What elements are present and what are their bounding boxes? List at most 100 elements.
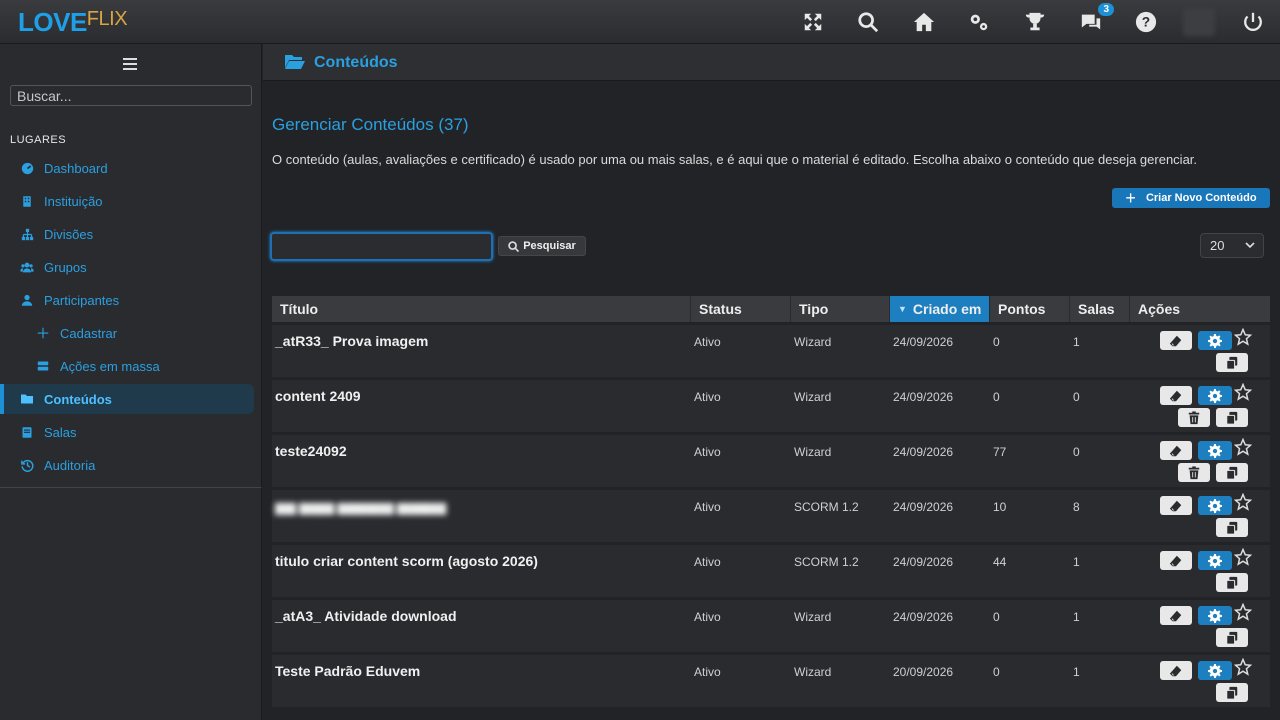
search-icon[interactable] [855,9,881,35]
column-status[interactable]: Status [691,296,791,322]
gear-icon [1208,663,1222,678]
settings-button[interactable] [1198,386,1232,405]
duplicate-button[interactable] [1216,683,1248,702]
sidebar-item-rooms[interactable]: Salas [0,417,254,447]
search-button[interactable]: Pesquisar [498,236,586,256]
sidebar-item-institution[interactable]: Instituição [0,186,254,216]
cell-type: Wizard [794,335,832,349]
menu-toggle-icon[interactable] [123,58,137,70]
copy-icon [1226,411,1238,425]
column-created[interactable]: ▼ Criado em [890,296,990,322]
settings-button[interactable] [1198,441,1232,460]
duplicate-button[interactable] [1216,408,1248,427]
gear-icon [1208,498,1222,513]
row-actions [1130,600,1270,652]
clear-button[interactable] [1160,551,1192,570]
settings-button[interactable] [1198,661,1232,680]
delete-button[interactable] [1178,408,1210,427]
table-row[interactable]: _atR33_ Prova imagem Ativo Wizard 24/09/202… [272,325,1270,377]
building-icon [20,194,34,208]
sidebar-item-divisions[interactable]: Divisões [0,219,254,249]
sidebar-item-label: Ações em massa [60,358,160,374]
sidebar-item-groups[interactable]: Grupos [0,252,254,282]
page-description: O conteúdo (aulas, avaliações e certific… [272,152,1198,167]
star-icon[interactable] [1234,493,1252,511]
help-icon[interactable]: ? [1133,9,1159,35]
settings-button[interactable] [1198,551,1232,570]
sidebar-item-participants[interactable]: Participantes [0,285,254,315]
cell-title[interactable]: teste24092 [272,435,691,487]
column-type[interactable]: Tipo [791,296,890,322]
users-icon [20,260,34,274]
duplicate-button[interactable] [1216,573,1248,592]
star-icon[interactable] [1234,438,1252,456]
clear-button[interactable] [1160,606,1192,625]
settings-button[interactable] [1198,606,1232,625]
sidebar-item-label: Auditoria [44,457,96,473]
settings-button[interactable] [1198,496,1232,515]
gear-icon [1208,443,1222,458]
settings-button[interactable] [1198,331,1232,350]
cell-title[interactable]: ███ █████ ████████ ███████ [272,490,691,542]
clear-button[interactable] [1160,441,1192,460]
clear-button[interactable] [1160,331,1192,350]
duplicate-button[interactable] [1216,463,1248,482]
sidebar-item-label: Salas [44,424,77,440]
gear-icon [1208,388,1222,403]
page-size-select[interactable]: 20 [1200,233,1264,258]
sidebar-item-audit[interactable]: Auditoria [0,450,254,480]
table-header: Título Status Tipo ▼ Criado em Pontos Sal… [272,296,1270,322]
table-row[interactable]: teste24092 Ativo Wizard 24/09/2026 77 0 [272,435,1270,487]
sidebar-item-register[interactable]: Cadastrar [0,318,254,348]
duplicate-button[interactable] [1216,518,1248,537]
sidebar-item-bulk-actions[interactable]: Ações em massa [0,351,254,381]
table-row[interactable]: _atA3_ Atividade download Ativo Wizard 24/0… [272,600,1270,652]
power-icon[interactable] [1240,9,1266,35]
create-content-button[interactable]: + Criar Novo Conteúdo [1112,188,1270,208]
sitemap-icon [20,227,34,241]
gear-icon [1208,608,1222,623]
table-row[interactable]: Teste Padrão Eduvem Ativo Wizard 20/09/2026… [272,655,1270,707]
sidebar-search-input[interactable] [10,85,252,106]
star-icon[interactable] [1234,603,1252,621]
home-icon[interactable] [911,9,937,35]
clear-button[interactable] [1160,496,1192,515]
avatar[interactable] [1183,8,1215,36]
clear-button[interactable] [1160,386,1192,405]
table-row[interactable]: content 2409 Ativo Wizard 24/09/2026 0 0 [272,380,1270,432]
table-row[interactable]: ███ █████ ████████ ███████ Ativo SCORM 1.2… [272,490,1270,542]
delete-button[interactable] [1178,463,1210,482]
cell-title[interactable]: titulo criar content scorm (agosto 2026) [272,545,691,597]
top-bar: LOVEFLIX 3 ? [0,0,1280,44]
settings-icon[interactable] [966,9,992,35]
star-icon[interactable] [1234,548,1252,566]
logo-love: LOVE [18,7,87,37]
clear-button[interactable] [1160,661,1192,680]
trash-icon [1188,465,1200,479]
chevron-down-icon [1245,242,1255,249]
search-input[interactable] [270,232,493,261]
cell-title[interactable]: content 2409 [272,380,691,432]
star-icon[interactable] [1234,328,1252,346]
cell-points: 10 [993,500,1007,514]
sidebar-item-contents[interactable]: Conteúdos [0,384,254,414]
sidebar-item-dashboard[interactable]: Dashboard [0,153,254,183]
chat-icon[interactable]: 3 [1078,3,1114,35]
duplicate-button[interactable] [1216,353,1248,372]
cell-title[interactable]: Teste Padrão Eduvem [272,655,691,707]
column-label: Título [280,301,319,317]
star-icon[interactable] [1234,383,1252,401]
star-icon[interactable] [1234,658,1252,676]
column-points[interactable]: Pontos [990,296,1070,322]
folder-icon [20,392,34,406]
column-title[interactable]: Título [272,296,691,322]
fullscreen-icon[interactable] [800,9,826,35]
eraser-icon [1169,335,1182,346]
table-row[interactable]: titulo criar content scorm (agosto 2026)… [272,545,1270,597]
cell-title[interactable]: _atR33_ Prova imagem [272,325,691,377]
logo[interactable]: LOVEFLIX [18,7,128,38]
duplicate-button[interactable] [1216,628,1248,647]
column-rooms[interactable]: Salas [1070,296,1130,322]
cell-title[interactable]: _atA3_ Atividade download [272,600,691,652]
trophy-icon[interactable] [1022,9,1048,35]
